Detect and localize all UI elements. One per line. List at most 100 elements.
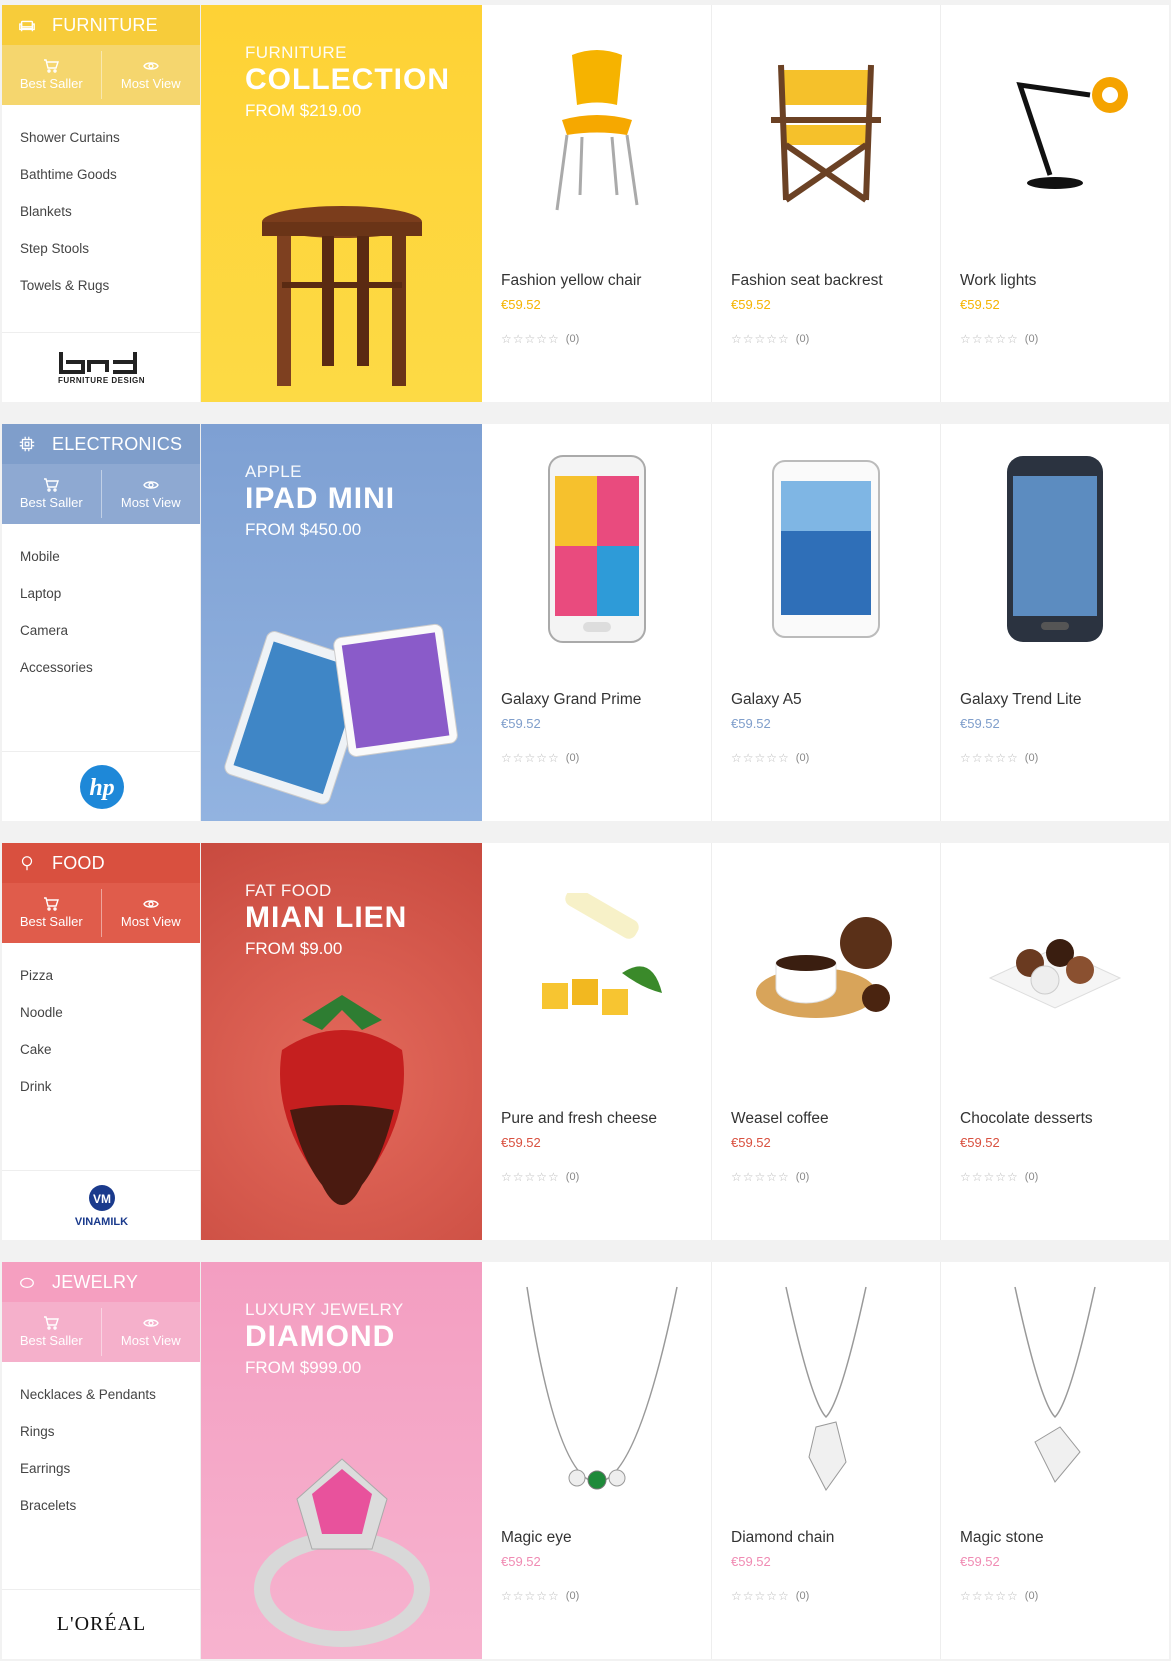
- subcategory-link[interactable]: Drink: [20, 1076, 200, 1113]
- category-header[interactable]: ELECTRONICS: [2, 424, 200, 464]
- subcategory-link[interactable]: Camera: [20, 620, 200, 657]
- category-title: FOOD: [52, 852, 105, 873]
- product-card[interactable]: Weasel coffee €59.52 ☆☆☆☆☆ (0): [711, 843, 940, 1240]
- product-rating: ☆☆☆☆☆ (0): [501, 751, 579, 765]
- tab-most-view[interactable]: Most View: [100, 889, 201, 937]
- sidebar-tabs: Best Saller Most View: [2, 45, 200, 105]
- banner-price: FROM $999.00: [245, 1358, 362, 1377]
- category-title: FURNITURE: [52, 14, 158, 35]
- tab-best-seller[interactable]: Best Saller: [2, 1302, 101, 1362]
- bnd-logo: [58, 352, 137, 374]
- product-price: €59.52: [731, 1135, 771, 1150]
- product-rating: ☆☆☆☆☆ (0): [731, 751, 809, 765]
- subcategory-link[interactable]: Accessories: [20, 657, 200, 694]
- subcategory-link[interactable]: Cake: [20, 1039, 200, 1076]
- brand-caption: L'ORÉAL: [56, 1613, 147, 1635]
- product-card[interactable]: Galaxy Grand Prime €59.52 ☆☆☆☆☆ (0): [482, 424, 711, 821]
- cheese-image: [492, 863, 701, 1073]
- promo-banner[interactable]: LUXURY JEWELRY DIAMOND FROM $999.00: [201, 1262, 482, 1659]
- product-name: Galaxy Trend Lite: [960, 691, 1082, 708]
- product-name: Fashion seat backrest: [731, 272, 883, 289]
- tab-label: Best Saller: [19, 914, 83, 929]
- diamond-ring-image: [201, 1409, 482, 1659]
- product-price: €59.52: [731, 297, 771, 312]
- tab-best-seller[interactable]: Best Saller: [2, 883, 101, 943]
- tab-most-view[interactable]: Most View: [100, 470, 201, 518]
- tab-label: Best Saller: [19, 1333, 83, 1348]
- brand-caption: FURNITURE DESIGN: [57, 376, 146, 385]
- banner-kicker: FURNITURE: [245, 43, 347, 62]
- subcategory-link[interactable]: Laptop: [20, 583, 200, 620]
- tab-best-seller[interactable]: Best Saller: [2, 464, 101, 524]
- product-card[interactable]: Magic eye €59.52 ☆☆☆☆☆ (0): [482, 1262, 711, 1659]
- product-card[interactable]: Galaxy A5 €59.52 ☆☆☆☆☆ (0): [711, 424, 940, 821]
- subcategory-link[interactable]: Noodle: [20, 1002, 200, 1039]
- category-title: ELECTRONICS: [52, 433, 183, 454]
- category-header[interactable]: JEWELRY: [2, 1262, 200, 1302]
- ipad-image: [201, 571, 482, 821]
- subcategory-link[interactable]: Towels & Rugs: [20, 275, 200, 312]
- product-price: €59.52: [731, 1554, 771, 1569]
- sidebar-tabs: Best Saller Most View: [2, 883, 200, 943]
- product-price: €59.52: [960, 1554, 1000, 1569]
- section-food: FOOD Best Saller Most View Pizza Noodle …: [2, 843, 1169, 1240]
- tab-label: Most View: [120, 1333, 181, 1348]
- subcategory-link[interactable]: Necklaces & Pendants: [20, 1384, 200, 1421]
- promo-banner[interactable]: FAT FOOD MIAN LIEN FROM $9.00: [201, 843, 482, 1240]
- brand-logo-hp[interactable]: hp: [2, 751, 201, 821]
- product-price: €59.52: [960, 297, 1000, 312]
- review-count: (0): [565, 333, 580, 345]
- subcategory-link[interactable]: Pizza: [20, 965, 200, 1002]
- brand-logo-bnd[interactable]: FURNITURE DESIGN: [2, 332, 201, 402]
- review-count: (0): [565, 1171, 580, 1183]
- product-rating: ☆☆☆☆☆ (0): [731, 332, 809, 346]
- promo-banner[interactable]: FURNITURE COLLECTION FROM $219.00: [201, 5, 482, 402]
- product-card[interactable]: Pure and fresh cheese €59.52 ☆☆☆☆☆ (0): [482, 843, 711, 1240]
- promo-banner[interactable]: APPLE IPAD MINI FROM $450.00: [201, 424, 482, 821]
- subcategory-link[interactable]: Mobile: [20, 546, 200, 583]
- product-card[interactable]: Fashion yellow chair €59.52 ☆☆☆☆☆ (0): [482, 5, 711, 402]
- subcategory-link[interactable]: Shower Curtains: [20, 127, 200, 164]
- desk-lamp-image: [951, 25, 1159, 235]
- phone-dark-image: [951, 444, 1159, 654]
- product-card[interactable]: Work lights €59.52 ☆☆☆☆☆ (0): [940, 5, 1169, 402]
- subcategory-link[interactable]: Rings: [20, 1421, 200, 1458]
- star-rating-icon: ☆☆☆☆☆: [731, 332, 790, 346]
- svg-text:hp: hp: [89, 775, 114, 801]
- banner-title: MIAN LIEN: [245, 901, 408, 934]
- banner-kicker: APPLE: [245, 462, 302, 481]
- subcategory-link[interactable]: Blankets: [20, 201, 200, 238]
- product-grid: Magic eye €59.52 ☆☆☆☆☆ (0) Diamond chain …: [482, 1262, 1169, 1659]
- subcategory-link[interactable]: Bracelets: [20, 1495, 200, 1532]
- product-name: Chocolate desserts: [960, 1110, 1093, 1127]
- product-name: Magic stone: [960, 1529, 1044, 1546]
- tab-best-seller[interactable]: Best Saller: [2, 45, 101, 105]
- tab-most-view[interactable]: Most View: [100, 1308, 201, 1356]
- product-grid: Pure and fresh cheese €59.52 ☆☆☆☆☆ (0) We…: [482, 843, 1169, 1240]
- product-card[interactable]: Diamond chain €59.52 ☆☆☆☆☆ (0): [711, 1262, 940, 1659]
- category-header[interactable]: FOOD: [2, 843, 200, 883]
- product-name: Fashion yellow chair: [501, 272, 642, 289]
- pendant-image: [722, 1282, 930, 1492]
- subcategory-link[interactable]: Bathtime Goods: [20, 164, 200, 201]
- tab-most-view[interactable]: Most View: [100, 51, 201, 99]
- brand-logo-loreal[interactable]: L'ORÉAL: [2, 1589, 201, 1659]
- product-card[interactable]: Fashion seat backrest €59.52 ☆☆☆☆☆ (0): [711, 5, 940, 402]
- review-count: (0): [795, 1590, 810, 1602]
- product-price: €59.52: [501, 1135, 541, 1150]
- product-card[interactable]: Galaxy Trend Lite €59.52 ☆☆☆☆☆ (0): [940, 424, 1169, 821]
- category-sidebar: FURNITURE Best Saller Most View Shower C…: [2, 5, 201, 402]
- product-card[interactable]: Magic stone €59.52 ☆☆☆☆☆ (0): [940, 1262, 1169, 1659]
- sofa-icon: [2, 5, 52, 45]
- subcategory-link[interactable]: Earrings: [20, 1458, 200, 1495]
- product-rating: ☆☆☆☆☆ (0): [960, 1589, 1038, 1603]
- product-card[interactable]: Chocolate desserts €59.52 ☆☆☆☆☆ (0): [940, 843, 1169, 1240]
- svg-text:VM: VM: [93, 1192, 111, 1206]
- brand-logo-vinamilk[interactable]: VM VINAMILK: [2, 1170, 201, 1240]
- product-price: €59.52: [731, 716, 771, 731]
- category-sidebar: JEWELRY Best Saller Most View Necklaces …: [2, 1262, 201, 1659]
- product-rating: ☆☆☆☆☆ (0): [501, 332, 579, 346]
- category-header[interactable]: FURNITURE: [2, 5, 200, 45]
- review-count: (0): [1024, 1590, 1039, 1602]
- subcategory-link[interactable]: Step Stools: [20, 238, 200, 275]
